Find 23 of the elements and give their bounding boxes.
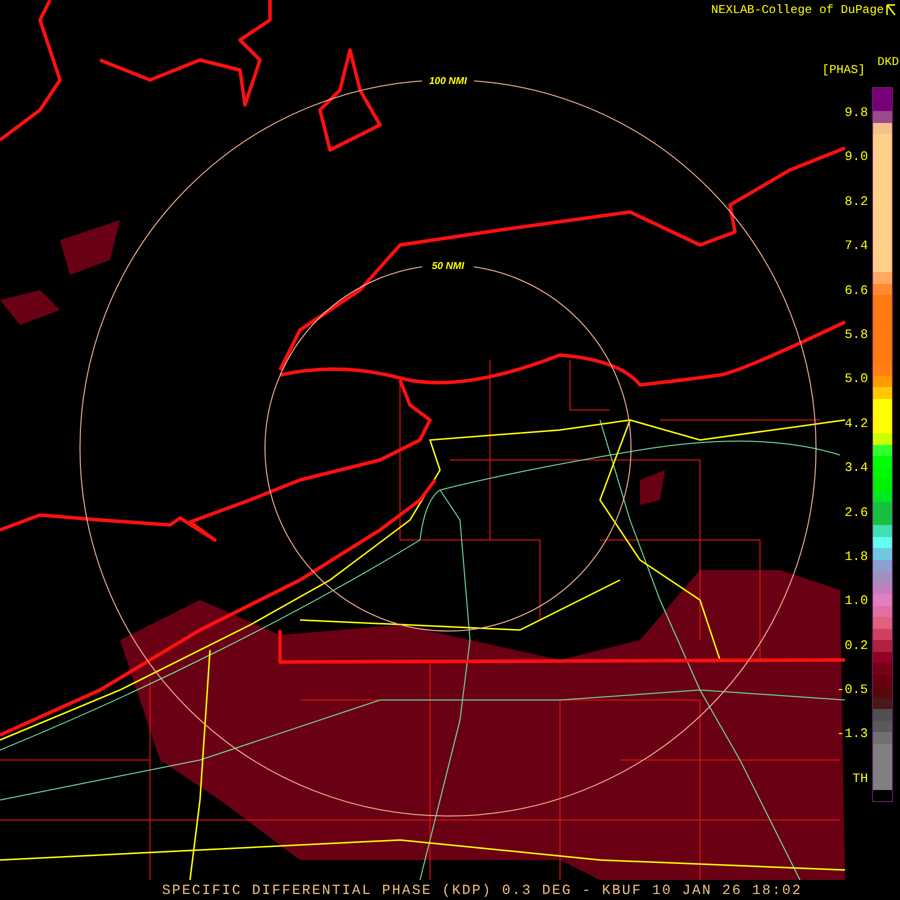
scale-value: 0.2 — [844, 636, 868, 655]
scale-value: 7.4 — [844, 237, 868, 256]
unit-label: [PHAS] — [822, 63, 866, 77]
scale-value: 3.4 — [844, 459, 868, 478]
range-label: 100 NMI — [429, 76, 467, 87]
scale-value: 6.6 — [844, 282, 868, 300]
scale-value: TH — [851, 770, 868, 788]
scale-value: 5.0 — [844, 370, 868, 388]
credit-text: NEXLAB-College of DuPage — [711, 3, 884, 17]
scale-value: 2.6 — [844, 504, 868, 522]
product-code: DKD — [877, 55, 899, 69]
scale-value: -0.5 — [836, 681, 868, 700]
scale-value: -1.3 — [836, 725, 868, 744]
range-label: 50 NMI — [432, 261, 464, 272]
scale-value: 4.2 — [844, 414, 868, 433]
scale-value: 1.0 — [844, 592, 868, 610]
scale-value: 9.8 — [844, 104, 868, 122]
scale-value: 8.2 — [844, 192, 868, 211]
scale-value: 1.8 — [844, 548, 868, 566]
corner-arrow-icon — [886, 4, 896, 16]
scale-value: 5.8 — [844, 326, 868, 344]
scale-value: 9.0 — [844, 148, 868, 166]
product-caption: SPECIFIC DIFFERENTIAL PHASE (KDP) 0.3 DEG - KBUF 10 JAN 26 18:02 — [162, 883, 802, 899]
